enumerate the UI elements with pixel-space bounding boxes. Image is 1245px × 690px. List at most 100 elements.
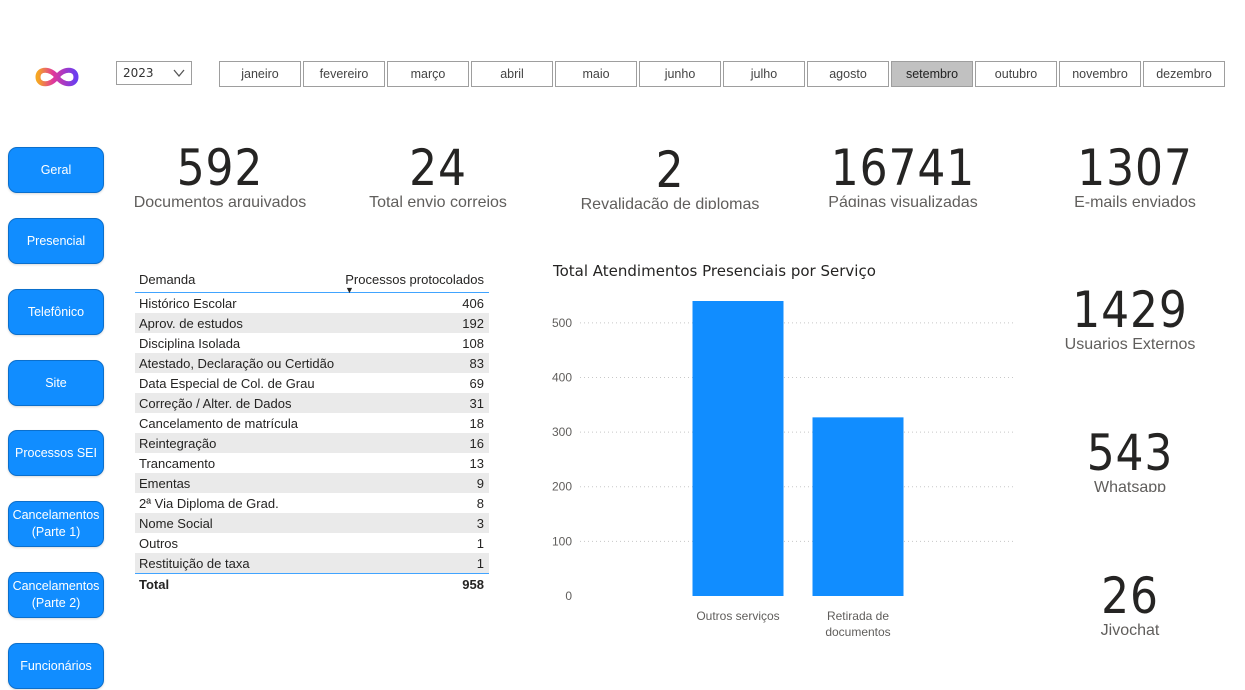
table-row[interactable]: Outros 1 (135, 533, 489, 553)
table-row[interactable]: Cancelamento de matrícula 18 (135, 413, 489, 433)
cell-demanda: Correção / Alter. de Dados (139, 395, 292, 411)
infinity-logo-icon (35, 67, 79, 87)
month-button-fevereiro[interactable]: fevereiro (303, 61, 385, 87)
bar-chart: 0 100 200 300 400 500 Outros serviços Retirada … (552, 301, 1015, 639)
table-row[interactable]: Reintegração 16 (135, 433, 489, 453)
cell-demanda: Nome Social (139, 515, 213, 531)
kpi-usuarios-externos: 1429 Usuarios Externos (1055, 285, 1205, 355)
month-button-agosto[interactable]: agosto (807, 61, 889, 87)
cell-value: 31 (469, 395, 484, 411)
month-button-junho[interactable]: junho (639, 61, 721, 87)
month-button-julho[interactable]: julho (723, 61, 805, 87)
kpi-value: 1429 (1072, 281, 1188, 339)
month-button-janeiro[interactable]: janeiro (219, 61, 301, 87)
table-row[interactable]: Disciplina Isolada 108 (135, 333, 489, 353)
chart-bar (812, 417, 904, 596)
table-row[interactable]: Atestado, Declaração ou Certidão 83 (135, 353, 489, 373)
month-slicer: janeiro fevereiro março abril maio junho… (219, 61, 1227, 87)
cell-demanda: Reintegração (139, 435, 217, 451)
kpi-documentos-arquivados: 592 Documentos arquivados (130, 143, 310, 207)
kpi-total-envio-correios: 24 Total envio correios (358, 143, 518, 207)
month-button-maio[interactable]: maio (555, 61, 637, 87)
cell-value: 9 (476, 475, 484, 491)
month-button-abril[interactable]: abril (471, 61, 553, 87)
kpi-value: 26 (1101, 567, 1159, 625)
cell-value: 18 (469, 415, 484, 431)
kpi-value: 24 (409, 139, 467, 197)
chart-bar (692, 301, 784, 596)
column-header-processos[interactable]: Processos protocolados (345, 272, 489, 287)
month-button-outubro[interactable]: outubro (975, 61, 1057, 87)
nav-button-cancelamentos-parte-1[interactable]: Cancelamentos (Parte 1) (8, 501, 104, 547)
cell-demanda: Aprov. de estudos (139, 315, 243, 331)
kpi-revalidacao-diplomas: 2 Revalidação de diplomas (575, 145, 765, 209)
nav-button-processos-sei[interactable]: Processos SEI (8, 430, 104, 476)
table-row[interactable]: Nome Social 3 (135, 513, 489, 533)
table-row[interactable]: Trancamento 13 (135, 453, 489, 473)
y-tick-label: 300 (552, 425, 572, 439)
cell-value: 8 (476, 495, 484, 511)
nav-button-site[interactable]: Site (8, 360, 104, 406)
kpi-value: 1307 (1077, 139, 1193, 197)
table-row[interactable]: Restituição de taxa 1 (135, 553, 489, 573)
month-button-setembro[interactable]: setembro (891, 61, 973, 87)
y-tick-label: 100 (552, 534, 572, 548)
cell-value: 13 (469, 455, 484, 471)
y-tick-label: 500 (552, 316, 572, 330)
kpi-value: 16741 (830, 139, 976, 197)
cell-value: 1 (476, 535, 484, 551)
cell-value: 16 (469, 435, 484, 451)
cell-demanda: 2ª Via Diploma de Grad. (139, 495, 279, 511)
y-tick-label: 400 (552, 370, 572, 384)
cell-value: 3 (476, 515, 484, 531)
table-row[interactable]: Correção / Alter. de Dados 31 (135, 393, 489, 413)
kpi-whatsapp: 543 Whatsapp (1065, 428, 1195, 492)
table-total-row: Total 958 (135, 573, 489, 594)
nav-button-cancelamentos-parte-2[interactable]: Cancelamentos (Parte 2) (8, 572, 104, 618)
total-value: 958 (462, 576, 484, 592)
kpi-value: 2 (655, 141, 685, 199)
chevron-down-icon (173, 69, 185, 78)
table-row[interactable]: Histórico Escolar 406 (135, 293, 489, 313)
month-button-marco[interactable]: março (387, 61, 469, 87)
table-body: Histórico Escolar 406 Aprov. de estudos 19… (135, 293, 489, 573)
table-row[interactable]: 2ª Via Diploma de Grad. 8 (135, 493, 489, 513)
y-tick-label: 0 (565, 589, 572, 603)
cell-demanda: Cancelamento de matrícula (139, 415, 298, 431)
month-button-dezembro[interactable]: dezembro (1143, 61, 1225, 87)
cell-demanda: Outros (139, 535, 179, 551)
year-dropdown[interactable]: 2023 (116, 61, 192, 85)
table-row[interactable]: Ementas 9 (135, 473, 489, 493)
table-row[interactable]: Data Especial de Col. de Grau 69 (135, 373, 489, 393)
cell-value: 83 (469, 355, 484, 371)
cell-demanda: Trancamento (139, 455, 216, 471)
kpi-value: 592 (176, 139, 264, 197)
cell-demanda: Disciplina Isolada (139, 335, 241, 351)
kpi-emails-enviados: 1307 E-mails enviados (1050, 143, 1220, 207)
kpi-value: 543 (1086, 424, 1174, 482)
nav-button-telefonico[interactable]: Telefônico (8, 289, 104, 335)
cell-demanda: Restituição de taxa (139, 555, 250, 571)
table-row[interactable]: Aprov. de estudos 192 (135, 313, 489, 333)
cell-demanda: Atestado, Declaração ou Certidão (139, 355, 335, 371)
cell-value: 192 (462, 315, 484, 331)
y-tick-label: 200 (552, 480, 572, 494)
x-tick-label: Outros serviços (696, 609, 779, 623)
kpi-jivochat: 26 Jivochat (1075, 571, 1185, 641)
kpi-paginas-visualizadas: 16741 Páginas visualizadas (813, 143, 993, 207)
table-header: Demanda Processos protocolados ▼ (135, 266, 489, 295)
cell-value: 108 (462, 335, 484, 351)
nav-button-presencial[interactable]: Presencial (8, 218, 104, 264)
chart-title: Total Atendimentos Presenciais por Servi… (553, 262, 876, 280)
column-header-demanda[interactable]: Demanda (135, 272, 345, 287)
demand-table: Demanda Processos protocolados ▼ Históri… (135, 266, 489, 594)
sort-descending-icon: ▼ (345, 285, 354, 295)
total-label: Total (139, 576, 170, 592)
month-button-novembro[interactable]: novembro (1059, 61, 1141, 87)
nav-button-geral[interactable]: Geral (8, 147, 104, 193)
year-dropdown-value: 2023 (123, 66, 154, 80)
cell-demanda: Histórico Escolar (139, 295, 237, 311)
nav-button-funcionarios[interactable]: Funcionários (8, 643, 104, 689)
cell-value: 406 (462, 295, 484, 311)
cell-demanda: Data Especial de Col. de Grau (139, 375, 315, 391)
